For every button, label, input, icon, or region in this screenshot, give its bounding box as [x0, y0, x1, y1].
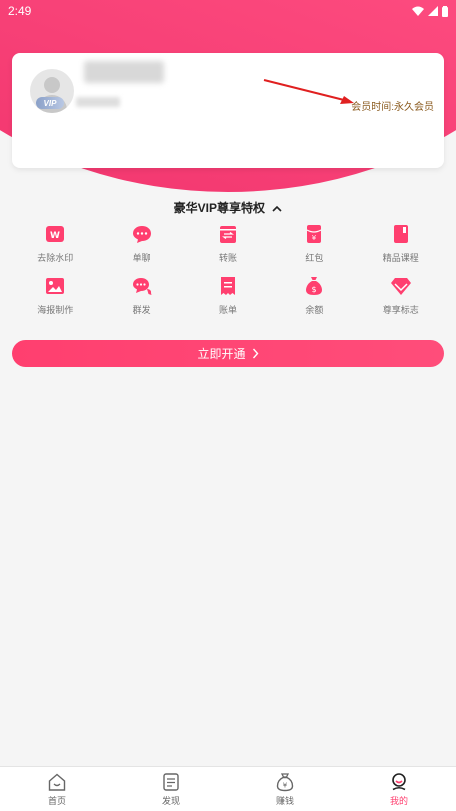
tab-label: 首页: [47, 795, 66, 806]
earn-bag-icon: ¥: [276, 772, 294, 791]
privilege-label: 精品课程: [382, 253, 419, 263]
tab-label: 我的: [389, 795, 408, 806]
transfer-icon: [216, 222, 240, 246]
status-icons: [412, 5, 448, 17]
privilege-item-transfer[interactable]: 转账: [185, 222, 271, 264]
red-packet-icon: ¥: [302, 222, 326, 246]
chevron-right-icon: [252, 348, 258, 359]
privilege-label: 红包: [305, 253, 324, 263]
open-vip-button-label: 立即开通: [197, 347, 246, 361]
privilege-label: 群发: [132, 305, 151, 315]
bottom-nav: 首页 发现 ¥ 赚钱 我的: [0, 766, 456, 811]
privilege-item-vip-mark[interactable]: 尊享标志: [358, 274, 444, 316]
privileges-title-text: 豪华VIP尊享特权: [173, 201, 265, 215]
privileges-title[interactable]: 豪华VIP尊享特权: [0, 199, 456, 216]
privilege-label: 账单: [218, 305, 237, 315]
privilege-item-poster[interactable]: 海报制作: [12, 274, 98, 316]
tab-earn[interactable]: ¥ 赚钱: [228, 767, 342, 811]
bill-icon: [216, 274, 240, 298]
chevron-up-icon: [272, 206, 282, 212]
diamond-icon: [389, 274, 413, 298]
privilege-label: 转账: [218, 253, 237, 263]
svg-text:¥: ¥: [312, 234, 317, 242]
annotation-arrow-icon: [263, 79, 354, 104]
privileges-grid: W 去除水印 单聊 转账 ¥ 红包 精品课程 海报制作 群发 账单 $ 余额 尊…: [12, 222, 444, 316]
member-time-text: 会员时间:永久会员: [351, 102, 434, 113]
status-time: 2:49: [8, 4, 32, 18]
vip-badge: VIP: [36, 97, 64, 109]
privilege-item-chat[interactable]: 单聊: [98, 222, 184, 264]
profile-icon: [392, 772, 406, 790]
status-bar: 2:49: [0, 0, 456, 22]
privilege-label: 单聊: [132, 253, 151, 263]
profile-card[interactable]: VIP 会员时间:永久会员: [12, 53, 444, 168]
svg-text:¥: ¥: [283, 781, 288, 789]
tab-discover[interactable]: 发现: [114, 767, 228, 811]
course-book-icon: [389, 222, 413, 246]
privilege-label: 尊享标志: [382, 305, 419, 315]
privilege-label: 海报制作: [37, 305, 74, 315]
tab-home[interactable]: 首页: [0, 767, 114, 811]
username-blurred: [84, 61, 164, 83]
poster-image-icon: [43, 274, 67, 298]
avatar-head: [44, 77, 60, 93]
user-id-blurred: [76, 97, 120, 107]
money-bag-icon: $: [302, 274, 326, 298]
privilege-item-bill[interactable]: 账单: [185, 274, 271, 316]
privilege-item-balance[interactable]: $ 余额: [271, 274, 357, 316]
group-message-icon: [130, 274, 154, 298]
battery-icon: [442, 5, 448, 17]
svg-text:W: W: [50, 231, 60, 241]
watermark-remove-icon: W: [43, 222, 67, 246]
discover-doc-icon: [163, 772, 179, 791]
tab-label: 发现: [161, 795, 180, 806]
tab-label: 赚钱: [275, 795, 294, 806]
privilege-item-red-packet[interactable]: ¥ 红包: [271, 222, 357, 264]
privilege-label: 余额: [305, 305, 324, 315]
svg-text:$: $: [312, 285, 317, 294]
chat-bubble-icon: [130, 222, 154, 246]
privilege-item-course[interactable]: 精品课程: [358, 222, 444, 264]
home-icon: [48, 773, 66, 791]
tab-mine[interactable]: 我的: [342, 767, 456, 811]
wifi-icon: [412, 6, 424, 16]
privilege-item-watermark[interactable]: W 去除水印: [12, 222, 98, 264]
privilege-label: 去除水印: [37, 253, 74, 263]
open-vip-button[interactable]: 立即开通: [12, 340, 444, 367]
privilege-item-group-send[interactable]: 群发: [98, 274, 184, 316]
signal-icon: [428, 6, 438, 16]
